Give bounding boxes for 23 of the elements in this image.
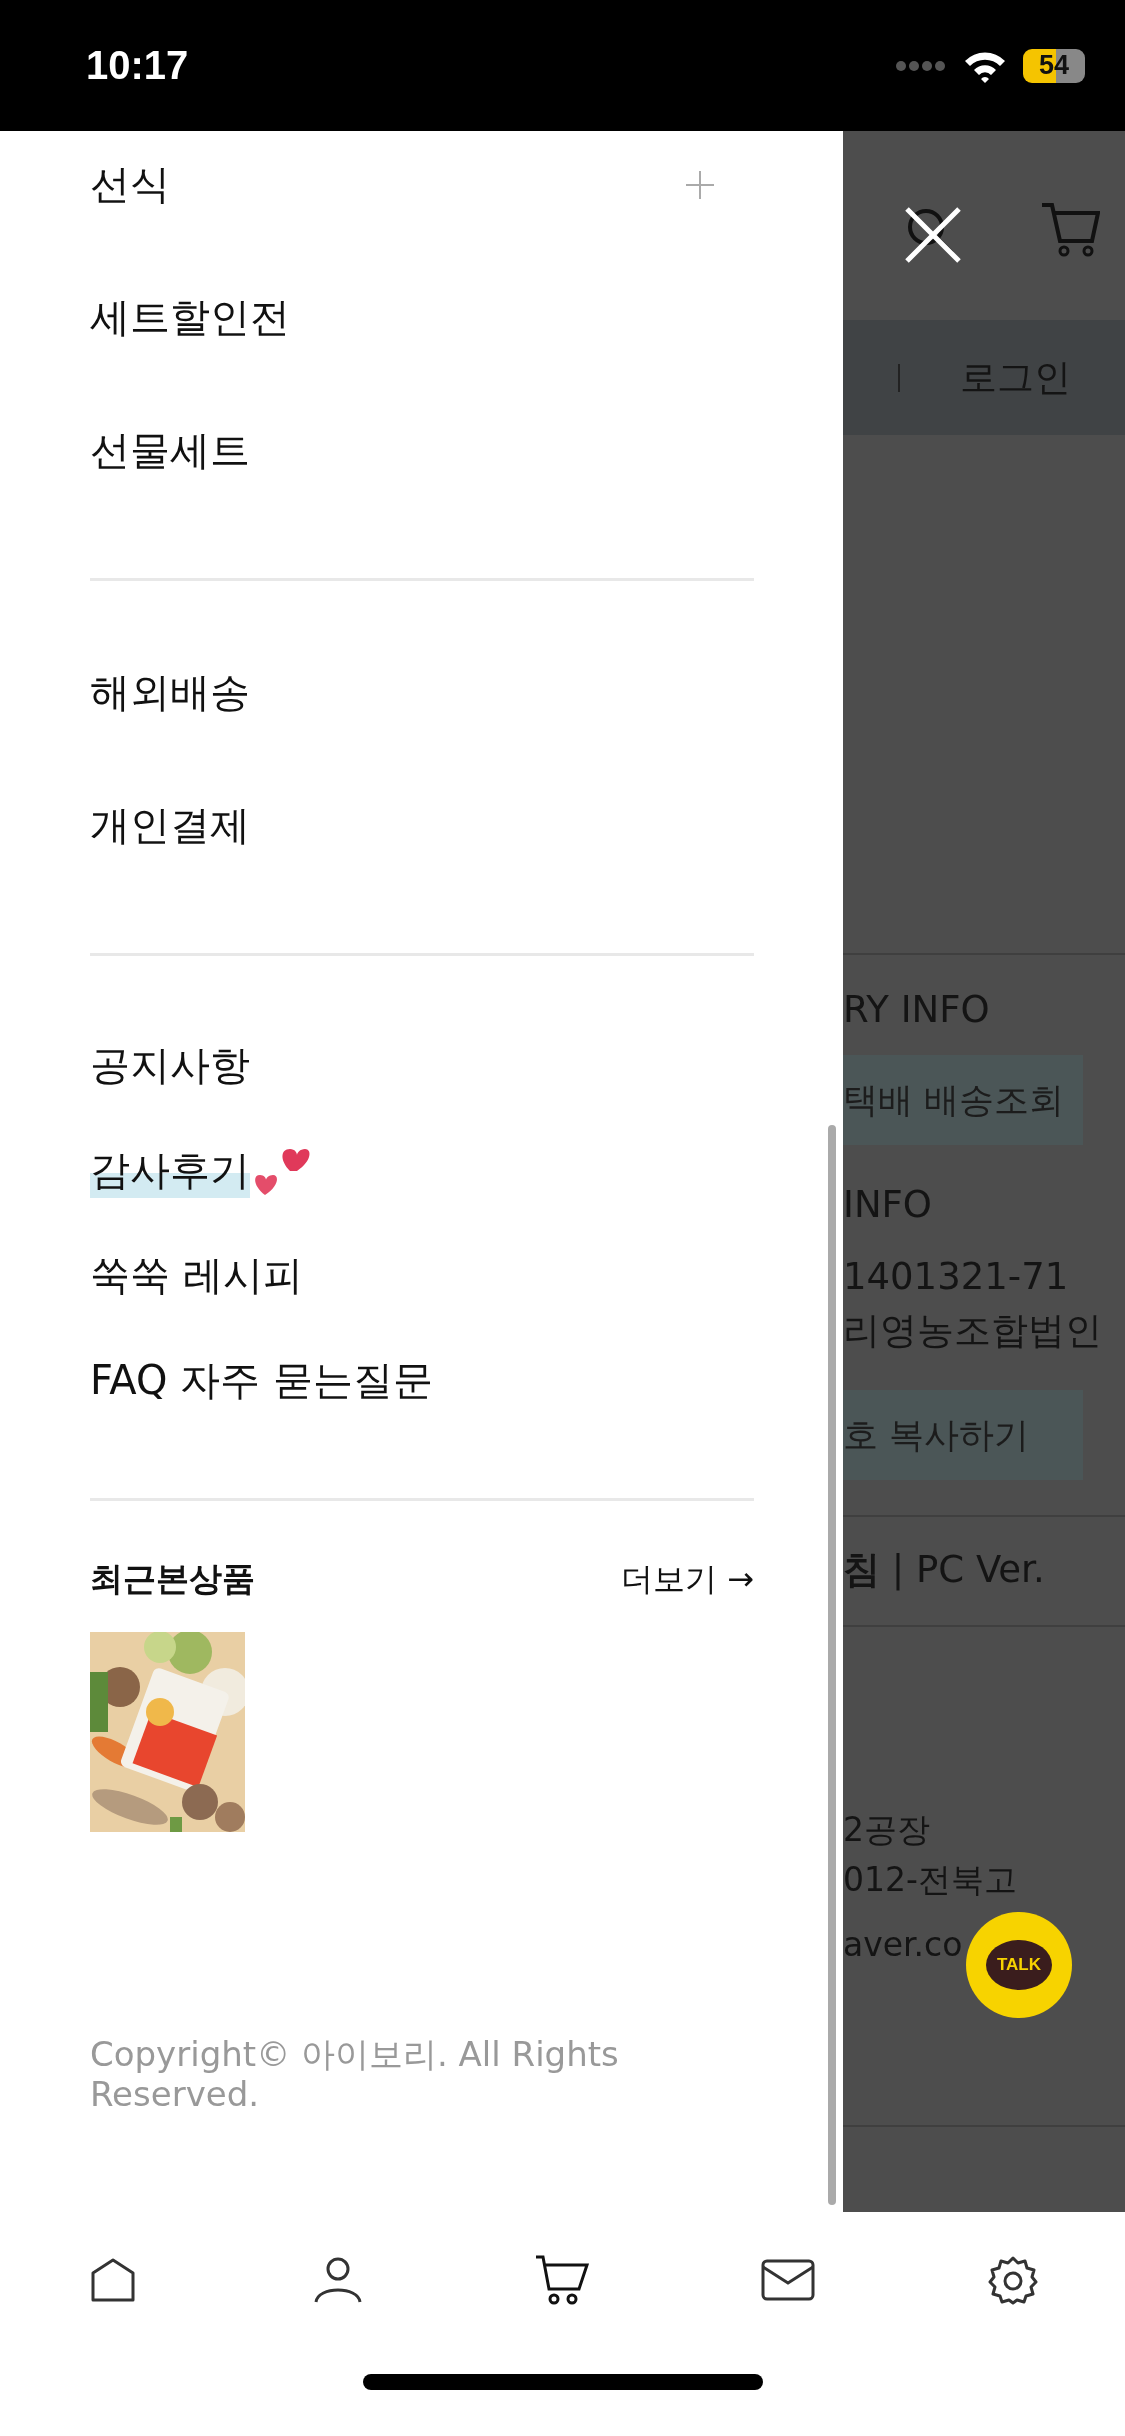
- section-heading: INFO: [843, 1182, 932, 1228]
- close-icon[interactable]: [905, 207, 961, 263]
- signal-icon: [895, 59, 947, 72]
- menu-item[interactable]: 쑥쑥 레시피: [90, 1248, 303, 1303]
- menu-item[interactable]: FAQ 자주 묻는질문: [90, 1353, 433, 1408]
- menu-item[interactable]: 선식: [90, 157, 170, 212]
- address-text: 2공장: [843, 1809, 930, 1851]
- copyright-text: Copyright© 아이보리. All Rights Reserved.: [90, 2034, 620, 2114]
- section-title: 최근본상품: [90, 1558, 255, 1600]
- more-link[interactable]: 더보기 →: [621, 1557, 754, 1602]
- cart-icon: [1040, 201, 1100, 257]
- menu-item[interactable]: 선물세트: [90, 423, 250, 478]
- menu-item[interactable]: 해외배송: [90, 665, 250, 720]
- company-name: 리영농조합법인: [843, 1308, 1102, 1354]
- status-time: 10:17: [86, 43, 189, 88]
- business-number: 1401321-71: [843, 1254, 1069, 1300]
- email-text: aver.co: [843, 1924, 963, 1966]
- chat-button[interactable]: TALK: [966, 1912, 1072, 2018]
- section-heading: RY INFO: [843, 987, 990, 1033]
- address-text: 012-전북고: [843, 1859, 1017, 1901]
- menu-item[interactable]: 공지사항: [90, 1038, 250, 1093]
- menu-item[interactable]: 개인결제: [90, 798, 250, 853]
- menu-item[interactable]: 세트할인전: [90, 290, 290, 345]
